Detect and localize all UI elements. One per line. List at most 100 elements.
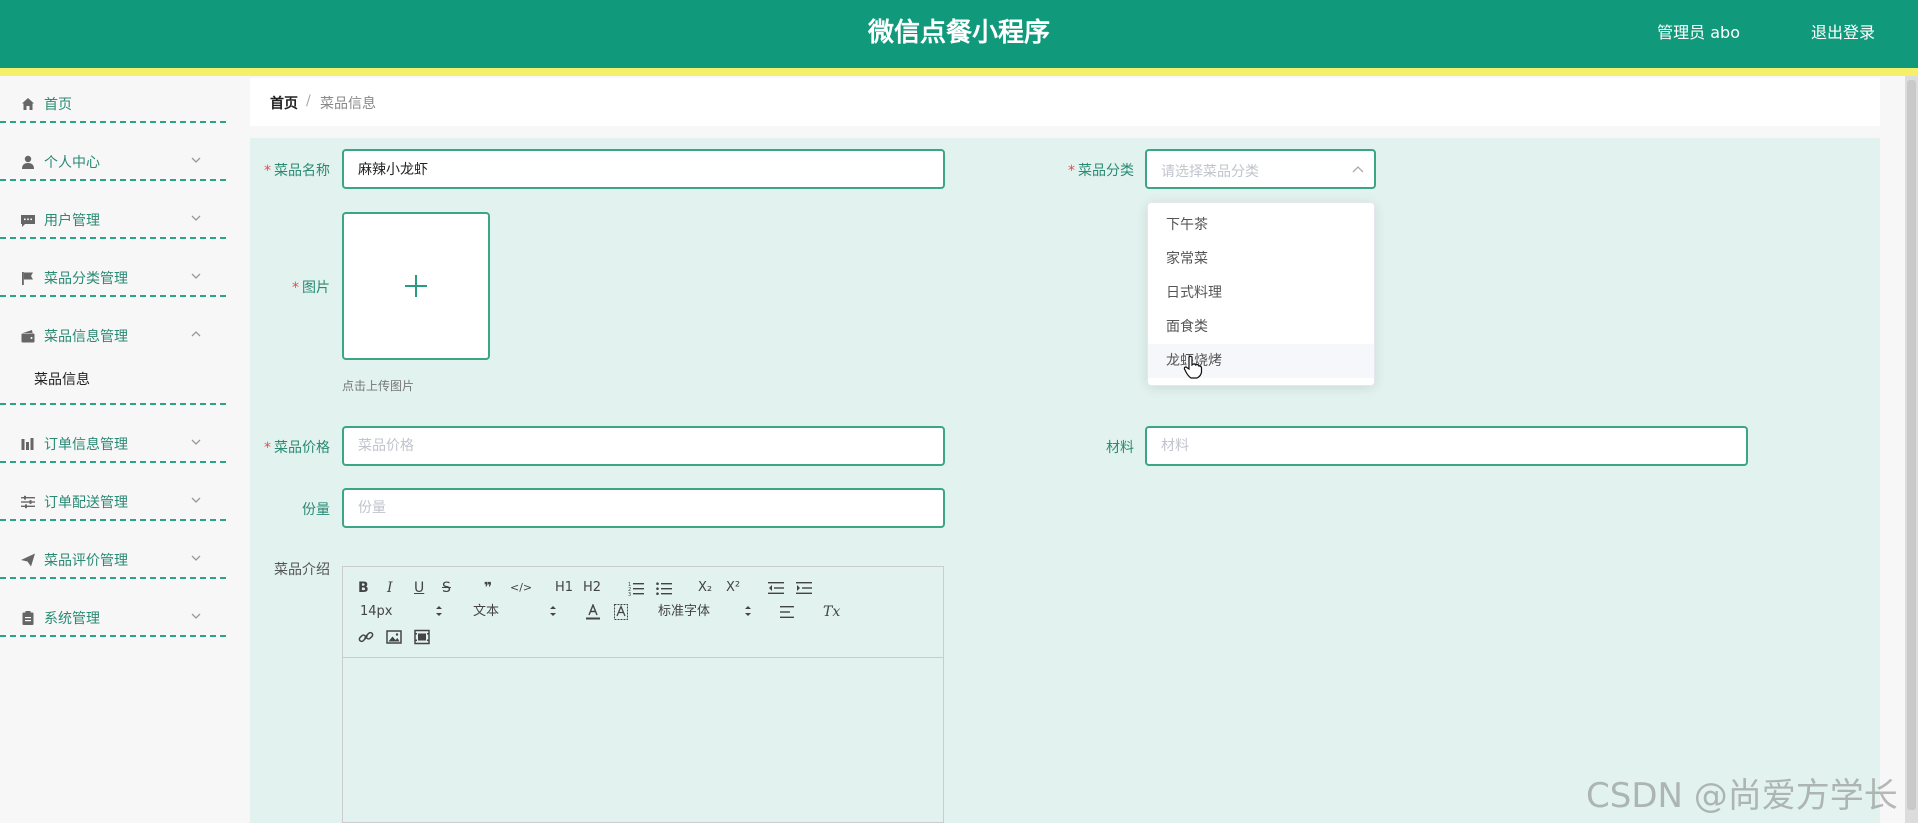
bold-button[interactable]: B: [358, 580, 369, 596]
align-icon[interactable]: [780, 604, 796, 620]
dish-name-input[interactable]: [342, 149, 945, 189]
dish-name-label: * 菜品名称: [264, 163, 330, 179]
sidebar-item-label: 订单信息管理: [44, 437, 128, 453]
chat-icon: [21, 215, 35, 227]
link-icon[interactable]: [358, 629, 374, 645]
nav-divider: [0, 295, 226, 297]
watermark: CSDN @尚爱方学长: [1586, 776, 1898, 816]
category-dropdown: 下午茶 家常菜 日式料理 面食类 龙虾烧烤: [1147, 202, 1375, 386]
price-label: * 菜品价格: [264, 440, 330, 456]
outdent-icon[interactable]: [768, 580, 784, 596]
blockquote-button[interactable]: ❞: [484, 580, 492, 596]
chevron-down-icon: [191, 555, 201, 561]
sidebar-item-label: 用户管理: [44, 213, 100, 229]
hand-cursor-icon: [1183, 355, 1203, 379]
dropdown-option[interactable]: 日式料理: [1148, 276, 1374, 310]
sidebar-item-system[interactable]: 系统管理: [0, 598, 226, 638]
sidebar-item-orders[interactable]: 订单信息管理: [0, 424, 226, 464]
nav-divider: [0, 635, 226, 637]
sidebar-subitem-dish-info[interactable]: 菜品信息: [34, 369, 90, 389]
sidebar-item-category[interactable]: 菜品分类管理: [0, 258, 226, 298]
underline-button[interactable]: U: [414, 580, 424, 596]
strike-button[interactable]: S: [442, 580, 451, 596]
h2-button[interactable]: H2: [583, 580, 601, 596]
dropdown-option[interactable]: 家常菜: [1148, 242, 1374, 276]
scrollbar-thumb[interactable]: [1907, 80, 1916, 810]
plus-icon: [405, 275, 427, 297]
background-color-icon[interactable]: [614, 604, 628, 620]
nav-divider: [0, 121, 226, 123]
sidebar-item-profile[interactable]: 个人中心: [0, 142, 226, 182]
ordered-list-icon[interactable]: 123: [628, 580, 644, 596]
portion-input[interactable]: [342, 488, 945, 528]
sidebar-item-label: 菜品信息管理: [44, 329, 128, 345]
material-input[interactable]: [1145, 426, 1748, 466]
clear-format-button[interactable]: Tx: [823, 604, 840, 620]
sidebar-item-label: 系统管理: [44, 611, 100, 627]
sidebar: 首页 个人中心 用户管理 菜品分类管理 菜品信息管理 菜品信息 订单信息管理 订…: [0, 76, 226, 823]
app-title: 微信点餐小程序: [867, 18, 1050, 48]
portion-label: 份量: [302, 502, 330, 518]
breadcrumb-home[interactable]: 首页: [270, 93, 298, 113]
chart-icon: [21, 438, 34, 450]
sidebar-item-delivery[interactable]: 订单配送管理: [0, 482, 226, 522]
sidebar-item-label: 首页: [44, 97, 72, 113]
dish-category-label: * 菜品分类: [1068, 163, 1134, 179]
chevron-up-icon: [191, 331, 201, 337]
image-icon[interactable]: [386, 629, 402, 645]
superscript-button[interactable]: X²: [726, 580, 740, 596]
breadcrumb: 首页 / 菜品信息: [250, 78, 1880, 126]
dish-category-select[interactable]: 请选择菜品分类: [1145, 149, 1376, 189]
chevron-down-icon: [191, 439, 201, 445]
logout-button[interactable]: 退出登录: [1811, 0, 1875, 66]
price-input[interactable]: [342, 426, 945, 466]
dropdown-option-hovered[interactable]: 龙虾烧烤: [1148, 344, 1374, 378]
select-arrows-icon: [745, 606, 751, 616]
image-label: * 图片: [292, 280, 330, 296]
chevron-down-icon: [191, 497, 201, 503]
image-upload[interactable]: [342, 212, 490, 360]
italic-button[interactable]: I: [387, 580, 393, 596]
sidebar-item-users[interactable]: 用户管理: [0, 200, 226, 240]
sidebar-item-label: 个人中心: [44, 155, 100, 171]
wallet-icon: [21, 330, 35, 343]
chevron-down-icon: [191, 613, 201, 619]
font-size-select[interactable]: 14px: [360, 604, 393, 620]
sidebar-item-reviews[interactable]: 菜品评价管理: [0, 540, 226, 580]
user-icon: [22, 155, 34, 169]
subscript-button[interactable]: X₂: [698, 580, 712, 596]
code-block-button[interactable]: </>: [510, 580, 532, 596]
flag-icon: [22, 272, 33, 285]
nav-divider: [0, 461, 226, 463]
send-icon: [21, 553, 35, 567]
rich-text-editor: B I U S ❞ </> H1 H2 123 X₂ X² 14px 文本 标准…: [342, 566, 944, 823]
select-placeholder: 请选择菜品分类: [1161, 164, 1259, 180]
sidebar-item-home[interactable]: 首页: [0, 84, 226, 124]
chevron-down-icon: [191, 273, 201, 279]
breadcrumb-current: 菜品信息: [320, 96, 376, 112]
video-icon[interactable]: [414, 629, 430, 645]
h1-button[interactable]: H1: [555, 580, 573, 596]
bullet-list-icon[interactable]: [656, 580, 672, 596]
font-family-select[interactable]: 标准字体: [658, 604, 710, 620]
sidebar-item-label: 订单配送管理: [44, 495, 128, 511]
dropdown-option[interactable]: 下午茶: [1148, 208, 1374, 242]
select-arrows-icon: [436, 606, 442, 616]
sliders-icon: [21, 495, 35, 509]
sidebar-item-label: 菜品分类管理: [44, 271, 128, 287]
dropdown-option[interactable]: 面食类: [1148, 310, 1374, 344]
select-arrows-icon: [550, 606, 556, 616]
indent-icon[interactable]: [796, 580, 812, 596]
font-color-icon[interactable]: [586, 604, 600, 620]
sidebar-item-dish-info[interactable]: 菜品信息管理: [0, 316, 226, 356]
editor-content-area[interactable]: [343, 658, 943, 822]
block-format-select[interactable]: 文本: [473, 604, 499, 620]
clipboard-icon: [22, 611, 34, 625]
editor-toolbar: B I U S ❞ </> H1 H2 123 X₂ X² 14px 文本 标准…: [343, 567, 943, 658]
nav-divider: [0, 237, 226, 239]
svg-text:3: 3: [628, 592, 631, 596]
chevron-up-icon: [1352, 166, 1364, 173]
breadcrumb-separator: /: [306, 93, 311, 109]
nav-divider: [0, 179, 226, 181]
header-stripe: [0, 68, 1918, 76]
